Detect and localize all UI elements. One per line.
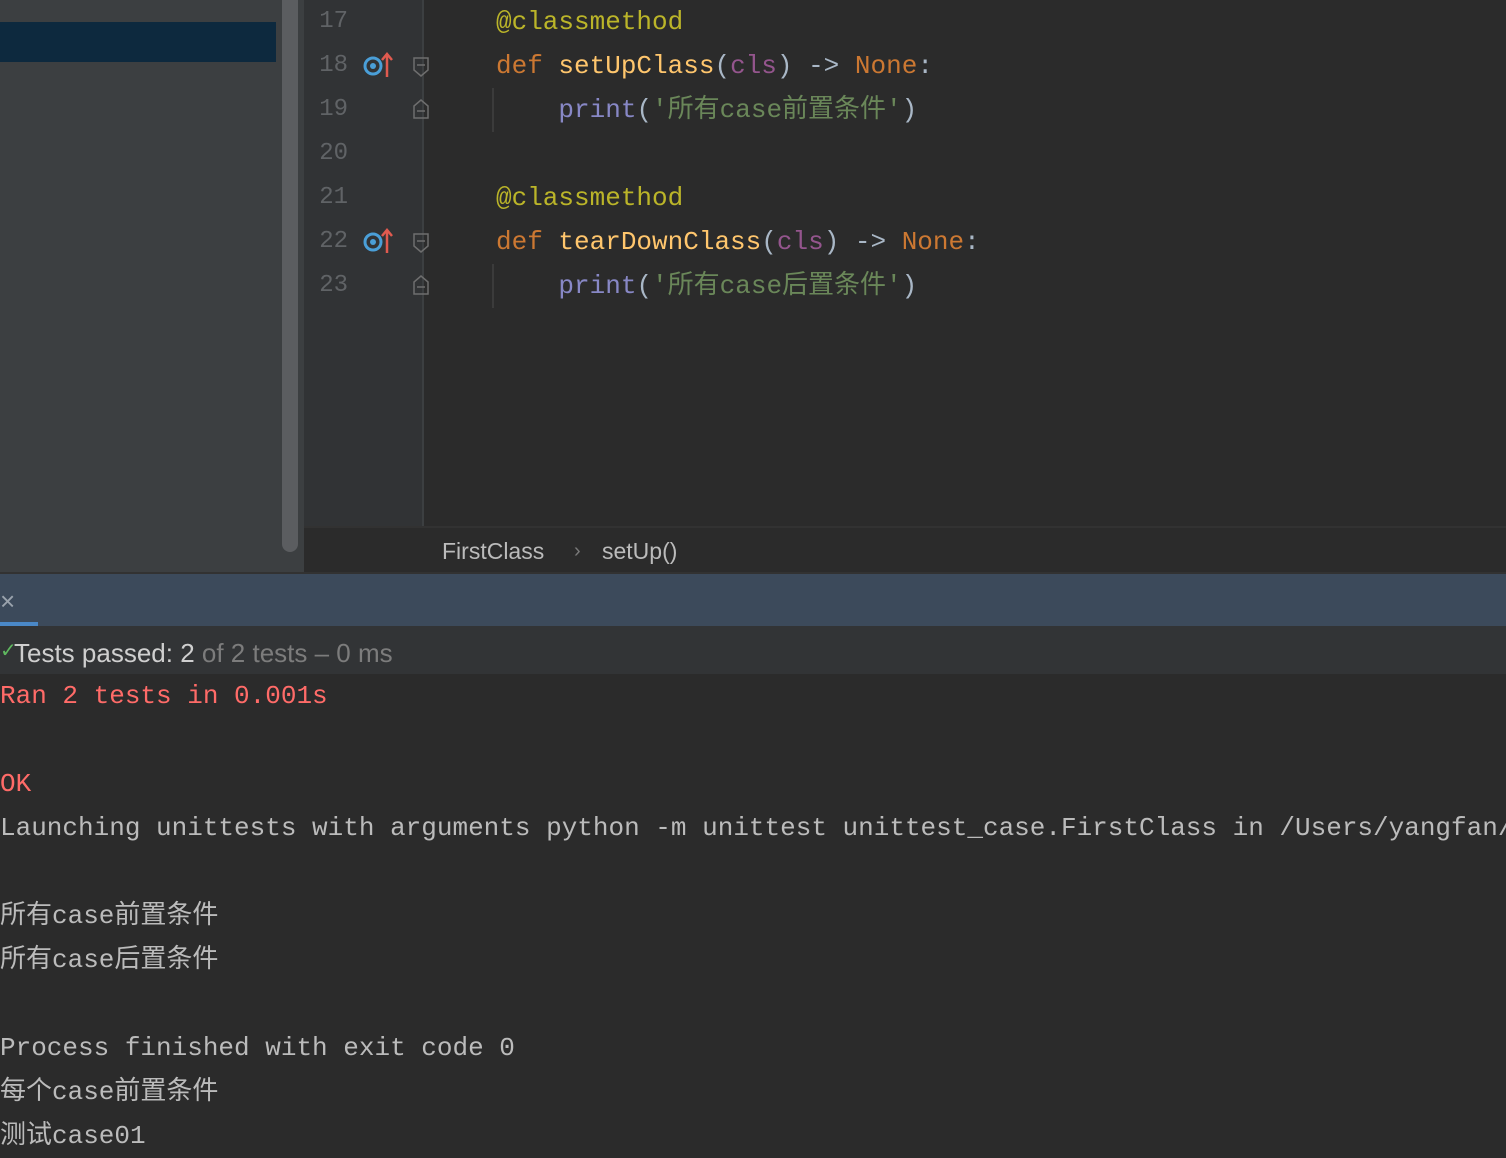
- code-token: None: [854, 51, 918, 81]
- test-status-text: Tests passed: 2 of 2 tests – 0 ms: [14, 638, 393, 668]
- code-line[interactable]: print('所有case后置条件'): [496, 264, 917, 308]
- code-token: (: [636, 271, 653, 301]
- chevron-right-icon: ›: [574, 540, 581, 562]
- code-token: (: [761, 227, 777, 257]
- console-line: 所有case前置条件: [0, 901, 219, 931]
- line-number: 17: [319, 8, 348, 35]
- project-tree-selected-row[interactable]: [0, 22, 276, 62]
- code-token: '所有case前置条件': [652, 95, 902, 125]
- code-line[interactable]: def tearDownClass(cls) -> None:: [496, 220, 980, 264]
- code-token: @classmethod: [496, 183, 684, 213]
- breadcrumb-class[interactable]: FirstClass: [442, 536, 544, 566]
- tests-summary-label: of 2 tests – 0 ms: [194, 638, 393, 668]
- indent-guide: [492, 88, 494, 132]
- code-token: print: [558, 95, 637, 125]
- code-line[interactable]: def setUpClass(cls) -> None:: [496, 44, 933, 88]
- code-token: (: [714, 51, 731, 81]
- code-token: @classmethod: [496, 7, 684, 37]
- line-number: 18: [319, 52, 348, 79]
- code-token: None: [901, 227, 965, 257]
- line-number: 19: [319, 96, 348, 123]
- code-token: def: [496, 51, 559, 81]
- gutter-divider: [422, 0, 424, 526]
- console-line: 测试case01: [0, 1121, 146, 1151]
- code-token: :: [917, 51, 933, 81]
- run-tool-window-header: ×: [0, 572, 1506, 628]
- project-panel: [0, 0, 304, 572]
- close-icon[interactable]: ×: [0, 588, 15, 614]
- line-number: 20: [319, 140, 348, 167]
- fold-marker-icon[interactable]: [412, 56, 430, 78]
- console-line: Process finished with exit code 0: [0, 1033, 515, 1063]
- line-number: 22: [319, 228, 348, 255]
- code-line[interactable]: @classmethod: [496, 0, 683, 44]
- code-line[interactable]: @classmethod: [496, 176, 683, 220]
- tests-passed-label: Tests passed: 2: [14, 638, 195, 668]
- indent-guide: [492, 264, 494, 308]
- code-token: setUpClass: [558, 51, 715, 81]
- code-token: ): [901, 271, 918, 301]
- console-line: 所有case后置条件: [0, 945, 219, 975]
- breadcrumb-method[interactable]: setUp(): [602, 536, 677, 566]
- fold-marker-icon[interactable]: [412, 274, 430, 296]
- code-token: ) ->: [776, 51, 855, 81]
- code-token: cls: [730, 51, 777, 81]
- override-method-icon[interactable]: [362, 50, 394, 80]
- code-token: cls: [776, 227, 824, 257]
- code-token: def: [496, 227, 559, 257]
- code-token: (: [636, 95, 653, 125]
- code-token: '所有case后置条件': [652, 271, 902, 301]
- code-line[interactable]: print('所有case前置条件'): [496, 88, 917, 132]
- line-number: 21: [319, 184, 348, 211]
- breadcrumb: FirstClass › setUp(): [304, 526, 1506, 574]
- override-method-icon[interactable]: [362, 226, 394, 256]
- fold-marker-icon[interactable]: [412, 232, 430, 254]
- console-line: OK: [0, 769, 32, 799]
- console-line: Launching unittests with arguments pytho…: [0, 813, 1506, 843]
- code-token: :: [964, 227, 980, 257]
- code-token: ): [901, 95, 918, 125]
- code-token: tearDownClass: [558, 227, 762, 257]
- code-editor[interactable]: 17 18 19 20 21 22 23 @classmethod def se…: [304, 0, 1506, 526]
- run-console[interactable]: Ran 2 tests in 0.001s OK Launching unitt…: [0, 674, 1506, 1152]
- console-line: Ran 2 tests in 0.001s: [0, 681, 328, 711]
- console-line: 每个case前置条件: [0, 1077, 219, 1107]
- code-token: print: [558, 271, 637, 301]
- code-token: ) ->: [823, 227, 902, 257]
- line-number: 23: [319, 272, 348, 299]
- project-panel-scrollbar[interactable]: [282, 0, 298, 552]
- fold-marker-icon[interactable]: [412, 98, 430, 120]
